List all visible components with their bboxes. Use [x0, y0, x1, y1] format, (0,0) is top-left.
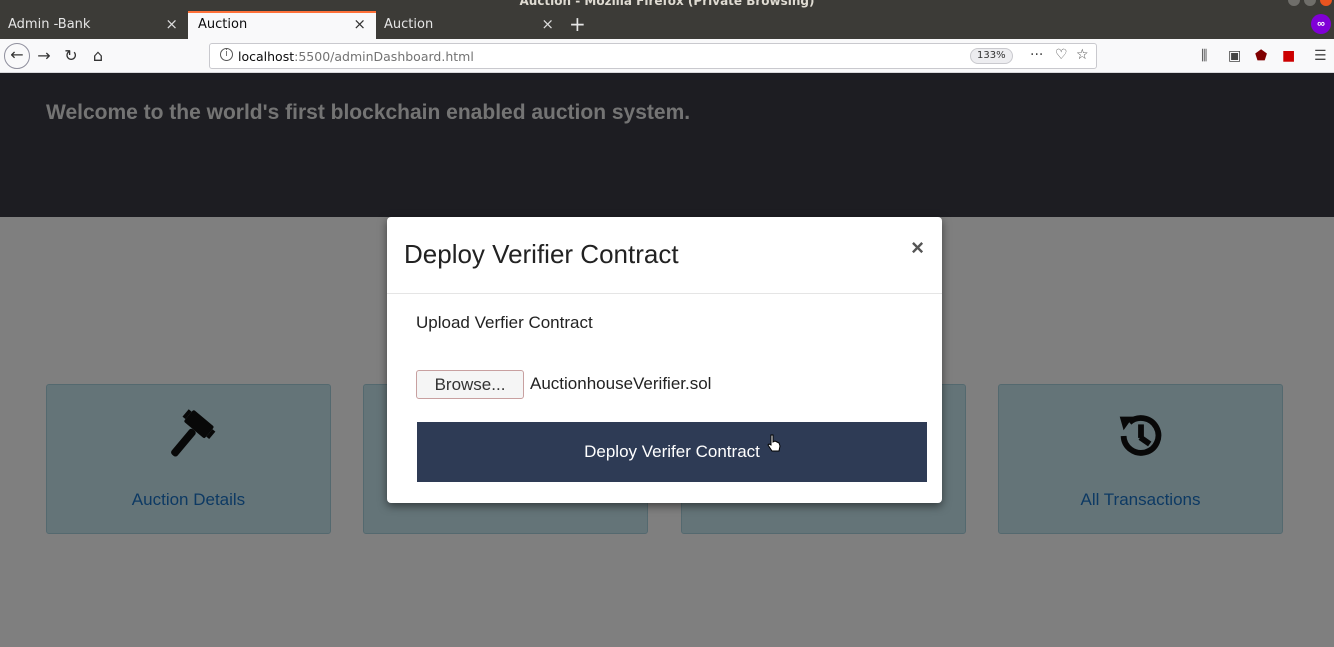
- url-bar[interactable]: i localhost:5500/adminDashboard.html 133…: [209, 43, 1097, 69]
- modal-title: Deploy Verifier Contract: [404, 239, 679, 269]
- close-icon[interactable]: ×: [353, 15, 366, 33]
- zoom-level[interactable]: 133%: [970, 48, 1013, 64]
- url-path: :5500/adminDashboard.html: [294, 49, 474, 64]
- deploy-contract-button[interactable]: Deploy Verifer Contract: [417, 422, 927, 482]
- window-titlebar: Auction - Mozilla Firefox (Private Brows…: [0, 0, 1334, 39]
- reload-button[interactable]: ↻: [58, 43, 84, 69]
- tab-auction[interactable]: Auction ×: [376, 11, 564, 39]
- close-icon[interactable]: ×: [541, 15, 554, 33]
- new-tab-button[interactable]: +: [569, 12, 586, 36]
- sidebar-icon[interactable]: ▣: [1228, 48, 1241, 64]
- close-icon[interactable]: ×: [911, 235, 924, 261]
- home-button[interactable]: ⌂: [85, 43, 111, 69]
- tab-label: Auction: [198, 17, 248, 32]
- forward-button[interactable]: →: [31, 43, 57, 69]
- tab-admin-bank[interactable]: Admin -Bank ×: [0, 11, 188, 39]
- tab-label: Auction: [384, 17, 434, 32]
- private-browsing-icon: ∞: [1311, 14, 1331, 34]
- menu-icon[interactable]: ☰: [1314, 48, 1327, 64]
- pocket-icon[interactable]: ♡: [1055, 47, 1068, 63]
- library-icon[interactable]: ⫼: [1201, 48, 1207, 64]
- close-icon[interactable]: ×: [165, 15, 178, 33]
- modal-header: Deploy Verifier Contract ×: [387, 217, 942, 294]
- deploy-verifier-modal: Deploy Verifier Contract × Upload Verfie…: [387, 217, 942, 503]
- url-host: localhost: [238, 49, 295, 64]
- upload-label: Upload Verfier Contract: [416, 313, 593, 332]
- tab-label: Admin -Bank: [8, 17, 91, 32]
- info-icon[interactable]: i: [220, 48, 233, 61]
- selected-file-name: AuctionhouseVerifier.sol: [530, 374, 712, 393]
- navigation-toolbar: ← → ↻ ⌂ i localhost:5500/adminDashboard.…: [0, 39, 1334, 73]
- bookmark-star-icon[interactable]: ☆: [1076, 47, 1089, 63]
- page-actions-icon[interactable]: ···: [1030, 47, 1043, 63]
- extension-icon[interactable]: ■: [1282, 48, 1295, 64]
- hand-cursor-icon: [767, 434, 781, 457]
- ublock-icon[interactable]: ⬟: [1255, 48, 1267, 64]
- window-title: Auction - Mozilla Firefox (Private Brows…: [519, 0, 815, 8]
- back-button[interactable]: ←: [4, 43, 30, 69]
- tab-auction-active[interactable]: Auction ×: [188, 11, 376, 39]
- url-text: localhost:5500/adminDashboard.html: [238, 49, 474, 64]
- browse-button[interactable]: Browse...: [416, 370, 524, 399]
